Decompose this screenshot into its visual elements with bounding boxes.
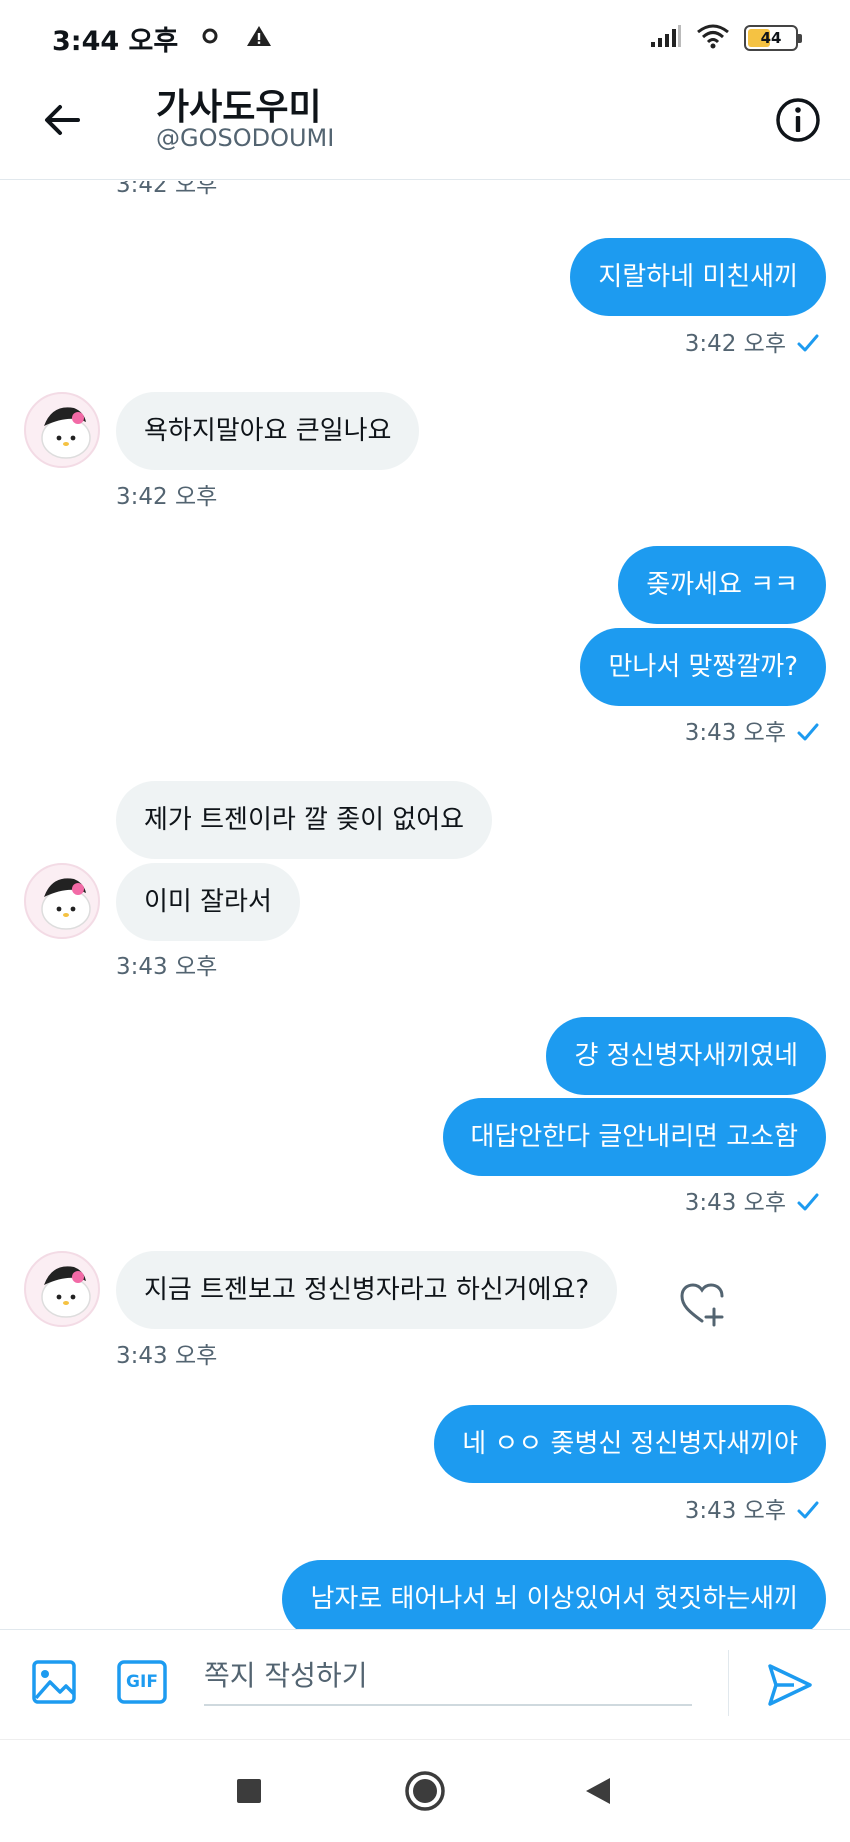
message-timestamp: 3:42 오후	[684, 331, 786, 357]
read-check-icon	[797, 1501, 819, 1519]
message-timestamp: 3:42 오후	[116, 484, 218, 510]
status-notification-icons	[200, 24, 272, 52]
message-input[interactable]: 쪽지 작성하기	[204, 1648, 692, 1706]
avatar[interactable]	[24, 1251, 100, 1327]
avatar[interactable]	[24, 392, 100, 468]
read-check-icon	[797, 723, 819, 741]
status-system-icons: 44	[650, 23, 802, 53]
back-button[interactable]	[38, 96, 86, 144]
message-timestamp: 3:43 오후	[684, 1190, 786, 1216]
status-time: 3:44 오후	[52, 25, 179, 57]
composer-divider	[728, 1650, 729, 1716]
signal-icon	[650, 24, 682, 52]
message-bubble-outgoing[interactable]: 대답안한다 글안내리면 고소함	[442, 1098, 826, 1176]
message-timestamp: 3:43 오후	[116, 1343, 218, 1369]
conversation-title[interactable]: 가사도우미	[156, 78, 322, 130]
add-gif-button[interactable]: GIF	[116, 1658, 168, 1710]
heart-add-icon[interactable]	[678, 1281, 726, 1327]
message-bubble-incoming[interactable]: 제가 트젠이라 깔 좆이 없어요	[116, 781, 493, 859]
message-timestamp: 3:43 오후	[116, 954, 218, 980]
info-icon	[776, 98, 820, 142]
system-nav-bar	[0, 1739, 850, 1842]
message-bubble-outgoing[interactable]: 네 ㅇㅇ 좆병신 정신병자새끼야	[434, 1405, 826, 1483]
warning-icon	[246, 24, 272, 52]
nav-recents-icon	[237, 1779, 261, 1803]
nav-home-icon	[405, 1771, 445, 1811]
message-bubble-incoming[interactable]: 지금 트젠보고 정신병자라고 하신거에요?	[116, 1251, 618, 1329]
avatar[interactable]	[24, 863, 100, 939]
send-icon	[768, 1664, 812, 1706]
battery-tip	[798, 34, 802, 43]
read-check-icon	[797, 1193, 819, 1211]
message-timestamp: 3:43 오후	[684, 1498, 786, 1524]
message-timestamp: 3:43 오후	[684, 720, 786, 746]
message-bubble-outgoing[interactable]: 남자로 태어나서 뇌 이상있어서 헛짓하는새끼	[282, 1560, 826, 1629]
message-list[interactable]: 3:42 오후 지랄하네 미친새끼 3:42 오후 욕하지말아요 큰일나요 3:…	[0, 181, 850, 1629]
nav-back-button[interactable]	[584, 1776, 612, 1810]
message-bubble-outgoing[interactable]: 만나서 맞짱깔까?	[580, 628, 826, 706]
message-bubble-incoming[interactable]: 욕하지말아요 큰일나요	[116, 392, 420, 470]
message-bubble-incoming[interactable]: 이미 잘라서	[116, 863, 300, 941]
record-icon	[200, 26, 220, 50]
battery-icon: 44	[744, 25, 802, 51]
message-bubble-outgoing[interactable]: 지랄하네 미친새끼	[570, 238, 826, 316]
gif-label: GIF	[126, 1672, 158, 1692]
message-composer: GIF 쪽지 작성하기	[0, 1629, 850, 1739]
nav-home-button[interactable]	[404, 1770, 446, 1816]
conversation-header: 가사도우미 @GOSODOUMI	[0, 76, 850, 180]
hello-kitty-avatar-icon	[41, 1266, 91, 1318]
info-button[interactable]	[774, 96, 822, 144]
nav-back-icon	[586, 1778, 610, 1804]
message-bubble-outgoing[interactable]: 좆까세요 ㅋㅋ	[618, 546, 826, 624]
status-bar: 3:44 오후 44	[0, 0, 850, 76]
message-bubble-outgoing[interactable]: 걍 정신병자새끼였네	[546, 1017, 826, 1095]
hello-kitty-avatar-icon	[41, 407, 91, 459]
wifi-icon	[696, 23, 730, 53]
nav-recents-button[interactable]	[236, 1778, 262, 1808]
add-image-button[interactable]	[30, 1658, 78, 1710]
back-arrow-icon	[45, 105, 80, 135]
message-timestamp: 3:42 오후	[116, 181, 218, 198]
battery-percent: 44	[760, 29, 782, 47]
image-icon	[32, 1660, 76, 1704]
conversation-handle: @GOSODOUMI	[156, 124, 335, 152]
read-check-icon	[797, 334, 819, 352]
send-button[interactable]	[766, 1662, 814, 1712]
hello-kitty-avatar-icon	[41, 878, 91, 930]
